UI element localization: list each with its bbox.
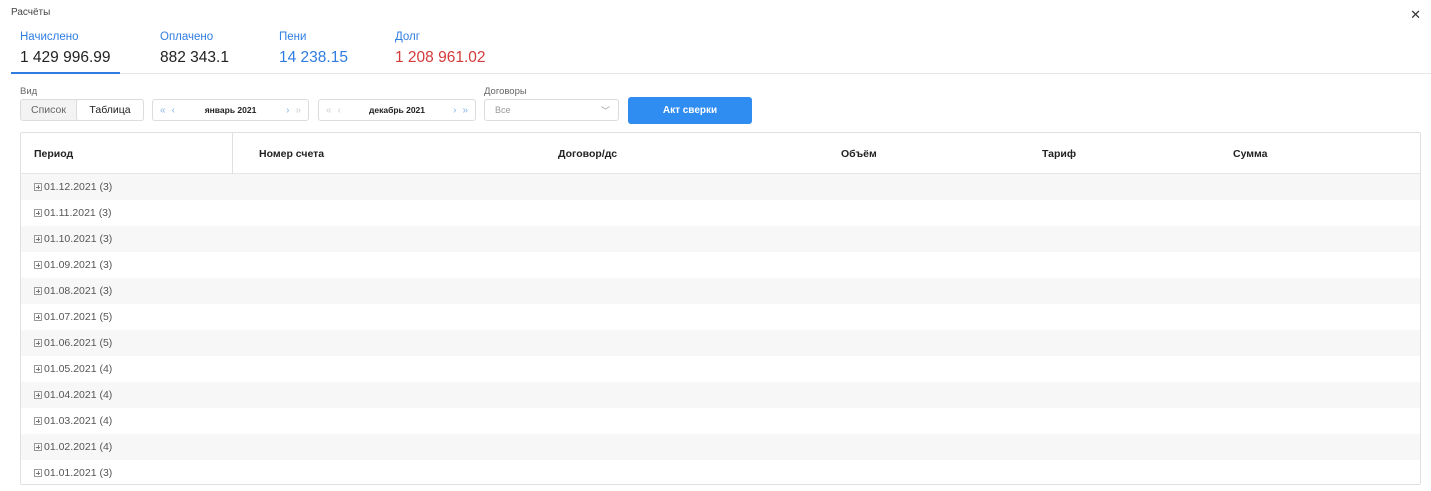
view-option-list[interactable]: Список — [21, 100, 76, 120]
view-option-table[interactable]: Таблица — [76, 99, 144, 121]
summary-penalty-label: Пени — [279, 31, 307, 43]
row-period: 01.02.2021 (4) — [44, 441, 113, 453]
expand-icon[interactable] — [34, 261, 42, 269]
table-row[interactable]: 01.05.2021 (4) — [21, 356, 1420, 382]
table-row[interactable]: 01.10.2021 (3) — [21, 226, 1420, 252]
row-period: 01.03.2021 (4) — [44, 415, 113, 427]
expand-icon[interactable] — [34, 443, 42, 451]
reconciliation-act-button[interactable]: Акт сверки — [628, 97, 752, 124]
table-row[interactable]: 01.03.2021 (4) — [21, 408, 1420, 434]
contracts-select-value: Все — [495, 105, 511, 115]
contracts-select[interactable]: Все ﹀ — [484, 99, 619, 121]
column-header-amount[interactable]: Сумма — [1233, 133, 1268, 174]
summary-paid[interactable]: Оплачено 882 343.1 — [151, 31, 251, 74]
summary-paid-value: 882 343.1 — [160, 49, 229, 66]
column-header-volume[interactable]: Объём — [841, 133, 877, 174]
expand-icon[interactable] — [34, 209, 42, 217]
row-period: 01.06.2021 (5) — [44, 337, 113, 349]
next-month-icon[interactable]: › — [283, 105, 292, 116]
column-header-invoice-number[interactable]: Номер счета — [259, 133, 324, 174]
summary-accrued-label: Начислено — [20, 31, 79, 43]
column-header-contract[interactable]: Договор/дс — [558, 133, 617, 174]
summary-paid-label: Оплачено — [160, 31, 214, 43]
prev-month-icon[interactable]: ‹ — [169, 105, 178, 116]
table-row[interactable]: 01.02.2021 (4) — [21, 434, 1420, 460]
expand-icon[interactable] — [34, 235, 42, 243]
view-label: Вид — [20, 86, 38, 97]
summary-penalty-value: 14 238.15 — [279, 49, 348, 66]
expand-icon[interactable] — [34, 391, 42, 399]
column-header-period[interactable]: Период — [34, 133, 73, 174]
row-period: 01.09.2021 (3) — [44, 259, 113, 271]
row-period: 01.01.2021 (3) — [44, 467, 113, 479]
prev-month-icon[interactable]: ‹ — [335, 105, 344, 116]
table-row[interactable]: 01.01.2021 (3) — [21, 460, 1420, 484]
row-period: 01.11.2021 (3) — [44, 207, 112, 219]
summary-penalty[interactable]: Пени 14 238.15 — [270, 31, 370, 74]
row-period: 01.07.2021 (5) — [44, 311, 113, 323]
chevron-down-icon: ﹀ — [600, 106, 610, 116]
table-row[interactable]: 01.07.2021 (5) — [21, 304, 1420, 330]
summary-debt-value: 1 208 961.02 — [395, 49, 486, 66]
window-title: Расчёты — [11, 7, 51, 18]
column-header-tariff[interactable]: Тариф — [1042, 133, 1076, 174]
table-row[interactable]: 01.04.2021 (4) — [21, 382, 1420, 408]
expand-icon[interactable] — [34, 469, 42, 477]
row-period: 01.10.2021 (3) — [44, 233, 113, 245]
row-period: 01.12.2021 (3) — [44, 181, 113, 193]
column-divider[interactable] — [232, 133, 233, 174]
summary-bar: Начислено 1 429 996.99 Оплачено 882 343.… — [11, 31, 1431, 74]
date-from-value[interactable]: январь 2021 — [178, 105, 283, 115]
date-to-value[interactable]: декабрь 2021 — [344, 105, 450, 115]
row-period: 01.08.2021 (3) — [44, 285, 113, 297]
expand-icon[interactable] — [34, 287, 42, 295]
expand-icon[interactable] — [34, 183, 42, 191]
next-year-icon[interactable]: » — [459, 105, 471, 116]
table-row[interactable]: 01.09.2021 (3) — [21, 252, 1420, 278]
prev-year-icon[interactable]: « — [157, 105, 169, 116]
expand-icon[interactable] — [34, 417, 42, 425]
view-toggle: Список Таблица — [20, 99, 144, 121]
summary-accrued[interactable]: Начислено 1 429 996.99 — [11, 31, 120, 74]
summary-accrued-value: 1 429 996.99 — [20, 49, 111, 66]
table-row[interactable]: 01.06.2021 (5) — [21, 330, 1420, 356]
table-row[interactable]: 01.11.2021 (3) — [21, 200, 1420, 226]
row-period: 01.04.2021 (4) — [44, 389, 113, 401]
summary-debt-label: Долг — [395, 31, 420, 43]
expand-icon[interactable] — [34, 313, 42, 321]
date-to-picker: « ‹ декабрь 2021 › » — [318, 99, 476, 121]
contracts-label: Договоры — [484, 86, 527, 97]
next-year-icon[interactable]: » — [292, 105, 304, 116]
summary-debt[interactable]: Долг 1 208 961.02 — [386, 31, 516, 74]
expand-icon[interactable] — [34, 339, 42, 347]
prev-year-icon[interactable]: « — [323, 105, 335, 116]
table-header: Период Номер счета Договор/дс Объём Тари… — [21, 133, 1420, 174]
next-month-icon[interactable]: › — [450, 105, 459, 116]
table-row[interactable]: 01.12.2021 (3) — [21, 174, 1420, 200]
table-row[interactable]: 01.08.2021 (3) — [21, 278, 1420, 304]
date-from-picker: « ‹ январь 2021 › » — [152, 99, 309, 121]
expand-icon[interactable] — [34, 365, 42, 373]
calculations-table: Период Номер счета Договор/дс Объём Тари… — [20, 132, 1421, 485]
row-period: 01.05.2021 (4) — [44, 363, 113, 375]
close-icon[interactable]: ✕ — [1410, 8, 1421, 21]
